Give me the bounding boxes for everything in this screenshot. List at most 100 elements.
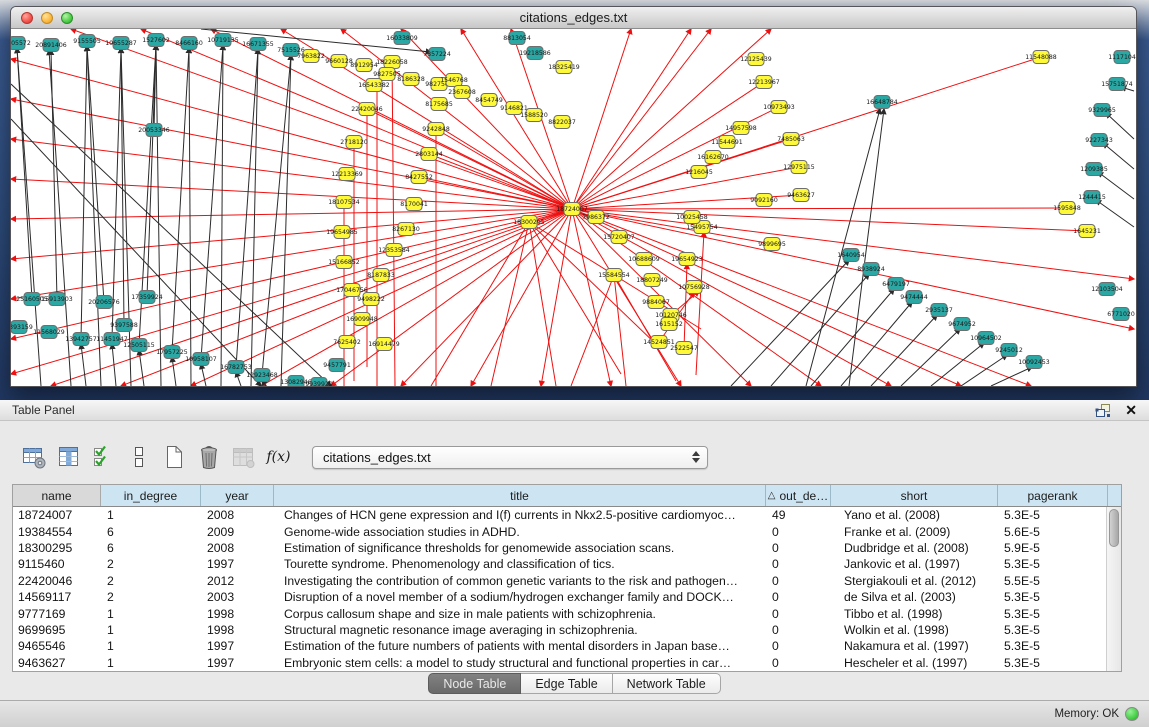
column-header-pagerank[interactable]: pagerank	[998, 485, 1108, 506]
close-panel-button[interactable]: ✕	[1125, 403, 1137, 417]
column-header-short[interactable]: short	[831, 485, 998, 506]
table-row[interactable]: 946362711997Embryonic stem cells: a mode…	[13, 655, 1121, 671]
graph-node[interactable]: 1393159	[11, 321, 33, 334]
graph-node[interactable]: 16033809	[386, 32, 418, 45]
graph-node[interactable]: 9245012	[995, 344, 1023, 357]
graph-node[interactable]: 1645231	[1073, 225, 1101, 238]
graph-node[interactable]: 10655287	[105, 37, 137, 50]
function-builder-button[interactable]: f(x)	[265, 444, 292, 471]
graph-node[interactable]: 1640954	[837, 249, 865, 262]
graph-node[interactable]: 17359924	[131, 291, 163, 304]
float-panel-button[interactable]	[1095, 403, 1111, 418]
table-row[interactable]: 1938455462009Genome-wide association stu…	[13, 523, 1121, 539]
graph-node[interactable]: 9474444	[900, 291, 928, 304]
graph-node[interactable]: 1527602	[142, 34, 170, 47]
graph-node[interactable]: 1216045	[685, 166, 713, 179]
graph-node[interactable]: 11548088	[1025, 51, 1057, 64]
table-row[interactable]: 969969511998Structural magnetic resonanc…	[13, 622, 1121, 638]
graph-node[interactable]: 10092453	[1018, 356, 1050, 369]
graph-node[interactable]: 1244415	[1078, 191, 1106, 204]
graph-node[interactable]: 11544691	[711, 136, 743, 149]
network-canvas[interactable]: 2405572 20891406 9155505 10655287 1527602 846…	[11, 29, 1136, 386]
graph-node[interactable]: 2935137	[925, 304, 953, 317]
table-row[interactable]: 946554611997Estimation of the future num…	[13, 638, 1121, 654]
graph-node[interactable]: 16648784	[866, 96, 898, 109]
graph-node[interactable]: 10688609	[628, 253, 660, 266]
table-row[interactable]: 2242004622012Investigating the contribut…	[13, 573, 1121, 589]
tab-edge-table[interactable]: Edge Table	[521, 673, 612, 694]
graph-node[interactable]: 16671355	[242, 38, 274, 51]
graph-node[interactable]: 20206576	[88, 296, 120, 309]
graph-node[interactable]: 10973493	[763, 101, 795, 114]
network-window-titlebar[interactable]: citations_edges.txt	[11, 7, 1136, 29]
table-row[interactable]: 977716911998Corpus callosum shape and si…	[13, 605, 1121, 621]
graph-node[interactable]: 22420046	[351, 103, 383, 116]
graph-node[interactable]: 9155505	[73, 35, 101, 48]
graph-node[interactable]: 12505115	[123, 339, 155, 352]
graph-node[interactable]: 12103504	[1091, 283, 1123, 296]
graph-node[interactable]: 18325419	[548, 61, 580, 74]
graph-node[interactable]: 14957598	[725, 122, 757, 135]
graph-node[interactable]: 1209385	[1080, 163, 1108, 176]
graph-node[interactable]: 1117104	[1108, 51, 1136, 64]
table-row[interactable]: 1456911722003Disruption of a novel membe…	[13, 589, 1121, 605]
graph-node[interactable]: 8912954	[350, 59, 378, 72]
graph-node[interactable]: 8822037	[548, 116, 576, 129]
graph-node[interactable]: 16909948	[346, 313, 378, 326]
graph-node[interactable]: 8175685	[425, 98, 453, 111]
graph-node[interactable]: 12975115	[783, 161, 815, 174]
table-row[interactable]: 1872400712008Changes of HCN gene express…	[13, 507, 1121, 523]
column-header-year[interactable]: year	[201, 485, 274, 506]
graph-node[interactable]: 6479197	[882, 278, 910, 291]
column-header-out_de[interactable]: △out_de…	[766, 485, 831, 506]
graph-node[interactable]: 9397588	[110, 319, 138, 332]
graph-node[interactable]: 6771020	[1107, 308, 1135, 321]
graph-node[interactable]: 15913903	[41, 293, 73, 306]
graph-node[interactable]: 2803144	[415, 148, 443, 161]
tab-network-table[interactable]: Network Table	[613, 673, 721, 694]
graph-node[interactable]: 9463627	[787, 189, 815, 202]
graph-node[interactable]: 9660128	[325, 55, 353, 68]
column-header-in_degree[interactable]: in_degree	[101, 485, 201, 506]
select-columns-button[interactable]	[90, 444, 117, 471]
graph-node[interactable]: 15751874	[1101, 78, 1133, 91]
graph-node[interactable]: 9227343	[1085, 134, 1113, 147]
graph-node[interactable]: 8938924	[857, 263, 885, 276]
graph-node[interactable]: 19654923	[671, 253, 703, 266]
graph-node[interactable]: 10964502	[970, 332, 1002, 345]
column-header-name[interactable]: name	[13, 485, 101, 506]
graph-node[interactable]: 8186328	[397, 73, 425, 86]
graph-node[interactable]: 19218586	[519, 47, 551, 60]
graph-node[interactable]: 10719135	[207, 34, 239, 47]
table-selector-dropdown[interactable]: citations_edges.txt	[312, 446, 708, 469]
graph-node[interactable]: 8427552	[405, 171, 433, 184]
graph-node[interactable]: 9674952	[948, 318, 976, 331]
graph-node[interactable]: 12213967	[748, 76, 780, 89]
graph-node[interactable]: 2718120	[340, 136, 368, 149]
graph-node[interactable]: 9329965	[1088, 104, 1116, 117]
graph-node[interactable]: 9092160	[750, 194, 778, 207]
graph-node[interactable]: 8466160	[175, 37, 203, 50]
graph-node[interactable]: 9242848	[422, 123, 450, 136]
graph-node[interactable]: 8813054	[503, 32, 531, 45]
vertical-scrollbar[interactable]	[1106, 507, 1121, 671]
tab-node-table[interactable]: Node Table	[428, 673, 521, 694]
graph-node[interactable]: 20053346	[138, 124, 170, 137]
graph-node[interactable]: 9498222	[357, 293, 385, 306]
graph-node[interactable]: 15166852	[328, 256, 360, 269]
graph-node[interactable]: 8454749	[475, 94, 503, 107]
graph-node[interactable]: 2405572	[11, 37, 31, 50]
graph-node[interactable]: 12125439	[740, 53, 772, 66]
graph-node[interactable]: 19654985	[326, 226, 358, 239]
delete-table-button[interactable]	[195, 444, 222, 471]
graph-node[interactable]: 18226058	[376, 56, 408, 69]
graph-node[interactable]: 10958107	[185, 353, 217, 366]
new-table-button[interactable]	[160, 444, 187, 471]
show-columns-button[interactable]	[55, 444, 82, 471]
graph-node[interactable]: 7625402	[333, 336, 361, 349]
graph-node[interactable]: 12353584	[378, 244, 410, 257]
graph-node[interactable]: 9457791	[323, 359, 351, 372]
graph-node[interactable]: 20891406	[35, 39, 67, 52]
graph-node[interactable]: 8170041	[400, 198, 428, 211]
graph-node[interactable]: 12213369	[331, 168, 363, 181]
